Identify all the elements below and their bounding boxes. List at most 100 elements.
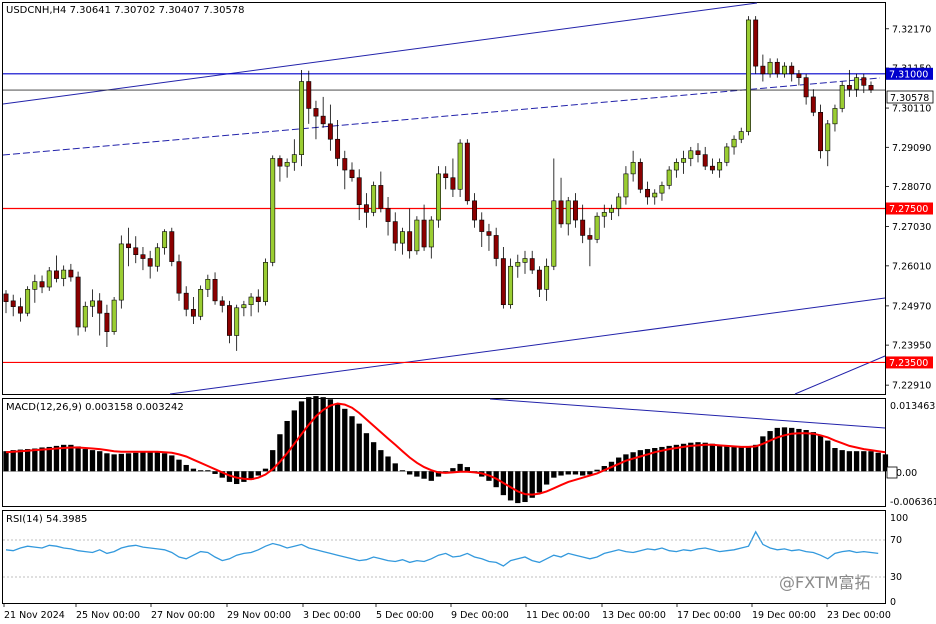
candle-body: [277, 158, 283, 167]
candle-body: [630, 162, 636, 175]
macd-histogram-bar: [133, 452, 139, 472]
time-tick-label: 19 Dec 00:00: [752, 610, 816, 621]
macd-title: MACD(12,26,9) 0.003158 0.003242: [6, 402, 184, 413]
candle-body: [616, 196, 622, 209]
macd-histogram-bar: [637, 450, 643, 472]
candle-body: [320, 115, 326, 125]
macd-histogram-bar: [161, 453, 168, 472]
candle-body: [263, 262, 268, 302]
candle-body: [414, 219, 420, 252]
trading-chart[interactable]: USDCNH,H4 7.30641 7.30702 7.30407 7.3057…: [0, 0, 936, 624]
candle-body: [472, 200, 478, 221]
candle-body: [299, 81, 305, 155]
candle-body: [154, 247, 160, 267]
candle-body: [39, 281, 45, 288]
candle-body: [479, 219, 485, 232]
time-tick-label: 29 Nov 00:00: [227, 610, 291, 621]
candle-body: [702, 154, 708, 167]
candle-body: [291, 154, 297, 163]
macd-histogram-bar: [349, 416, 355, 472]
candle-body: [356, 177, 362, 205]
candle-body: [162, 231, 168, 249]
candle-body: [126, 243, 132, 249]
candle-body: [53, 270, 59, 279]
macd-histogram-bar: [861, 451, 867, 472]
price-tick-label: 7.27030: [892, 222, 931, 233]
candle-body: [623, 173, 629, 198]
macd-histogram-bar: [169, 455, 175, 472]
candle-body: [342, 158, 348, 171]
time-tick-label: 11 Dec 00:00: [526, 610, 590, 621]
candle-body: [745, 19, 751, 132]
price-tick-label: 7.29090: [892, 143, 931, 154]
macd-histogram-bar: [378, 450, 384, 472]
macd-histogram-bar: [154, 452, 161, 472]
macd-histogram-bar: [543, 471, 550, 485]
candle-body: [861, 77, 867, 86]
level-label: 7.31000: [889, 69, 928, 80]
candle-body: [774, 61, 780, 75]
macd-histogram-bar: [810, 432, 816, 472]
macd-histogram-bar: [89, 450, 96, 472]
price-tick-label: 7.26010: [892, 261, 931, 272]
candle-body: [363, 204, 369, 213]
macd-histogram-bar: [774, 427, 780, 472]
macd-histogram-bar: [536, 471, 543, 493]
candle-body: [587, 235, 593, 240]
rsi-title: RSI(14) 54.3985: [6, 514, 87, 525]
candle-body: [219, 300, 225, 306]
candle-body: [659, 185, 665, 194]
candle-body: [637, 162, 643, 190]
symbol-info: USDCNH,H4 7.30641 7.30702 7.30407 7.3057…: [6, 5, 245, 16]
candle-body: [270, 158, 276, 263]
candle-body: [82, 305, 88, 328]
macd-histogram-bar: [644, 449, 651, 472]
macd-histogram-bar: [832, 448, 838, 472]
macd-histogram-bar: [334, 403, 341, 472]
macd-histogram-bar: [75, 446, 81, 472]
candle-body: [572, 200, 578, 221]
macd-histogram-bar: [853, 451, 860, 472]
candle-body: [868, 85, 874, 91]
candle-body: [551, 200, 557, 267]
macd-histogram-bar: [82, 449, 88, 472]
macd-histogram-bar: [565, 471, 571, 475]
candle-body: [32, 281, 38, 290]
time-tick-label: 13 Dec 00:00: [602, 610, 666, 621]
macd-tick-top: 0.013463: [890, 401, 935, 412]
macd-histogram-bar: [630, 452, 636, 472]
candle-body: [284, 162, 290, 167]
time-tick-label: 25 Nov 00:00: [76, 610, 140, 621]
candle-body: [609, 208, 614, 213]
macd-tick-zero: 0.00: [896, 468, 917, 479]
macd-histogram-bar: [428, 471, 434, 481]
candle-body: [753, 19, 759, 67]
macd-histogram-bar: [125, 453, 132, 472]
macd-histogram-bar: [551, 471, 557, 478]
current-price-label: 7.30578: [890, 93, 929, 104]
candle-body: [529, 258, 535, 271]
macd-histogram-bar: [399, 470, 406, 472]
price-tick-label: 7.23950: [892, 341, 931, 352]
time-tick-label: 5 Dec 00:00: [376, 610, 434, 621]
time-tick-label: 9 Dec 00:00: [451, 610, 509, 621]
macd-histogram-bar: [522, 471, 528, 503]
candle-body: [594, 215, 600, 240]
candle-body: [399, 231, 405, 244]
macd-histogram-bar: [3, 451, 9, 472]
candle-body: [515, 262, 521, 267]
candle-body: [335, 138, 341, 159]
candle-body: [190, 309, 196, 317]
macd-histogram-bar: [875, 452, 881, 472]
macd-histogram-bar: [284, 420, 290, 472]
macd-histogram-bar: [407, 471, 413, 475]
macd-histogram-bar: [515, 471, 521, 504]
price-tick-label: 7.28070: [892, 182, 931, 193]
candle-body: [3, 293, 9, 302]
macd-histogram-bar: [457, 463, 463, 472]
rsi-tick-0: 0: [890, 597, 896, 608]
candle-body: [839, 85, 845, 109]
macd-histogram-bar: [623, 454, 629, 472]
macd-histogram-bar: [262, 468, 269, 472]
candle-body: [61, 269, 67, 279]
